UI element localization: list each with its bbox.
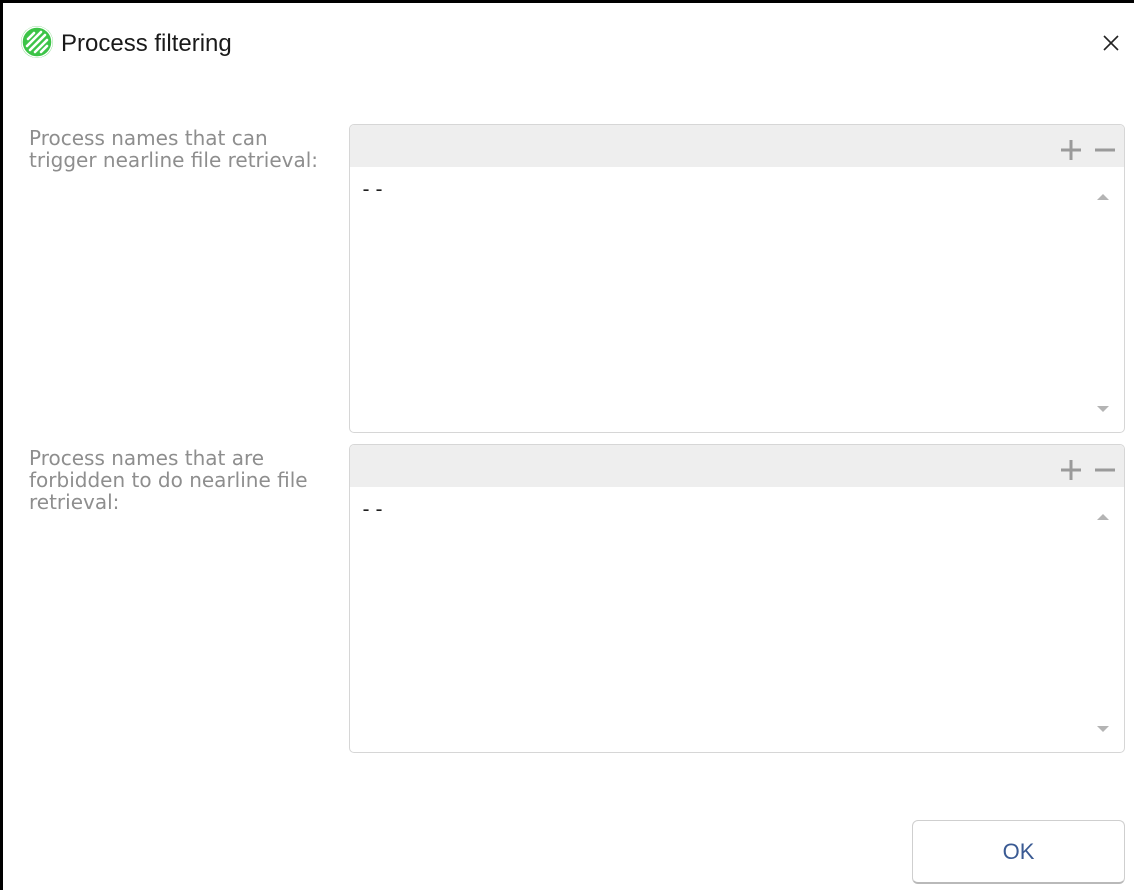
close-icon: [1103, 35, 1119, 51]
process-filtering-dialog: Process filtering Process names that can…: [0, 0, 1134, 890]
dialog-title: Process filtering: [61, 30, 232, 57]
add-process-button[interactable]: [1056, 129, 1086, 163]
list-toolbar: [350, 125, 1124, 167]
forbidden-processes-label: Process names that are forbidden to do n…: [29, 446, 308, 514]
list-item[interactable]: --: [360, 177, 386, 201]
list-body[interactable]: --: [350, 487, 1124, 752]
add-process-button[interactable]: [1056, 449, 1086, 483]
list-body[interactable]: --: [350, 167, 1124, 432]
remove-process-button[interactable]: [1090, 449, 1120, 483]
forbidden-processes-list: --: [349, 444, 1125, 753]
list-toolbar: [350, 445, 1124, 487]
remove-process-button[interactable]: [1090, 129, 1120, 163]
scroll-up-icon[interactable]: [1096, 192, 1110, 202]
scroll-up-icon[interactable]: [1096, 512, 1110, 522]
ok-button[interactable]: OK: [912, 820, 1125, 884]
title-bar: Process filtering: [3, 3, 1134, 85]
close-button[interactable]: [1093, 25, 1129, 61]
trigger-processes-label: Process names that can trigger nearline …: [29, 126, 319, 172]
scroll-down-icon[interactable]: [1096, 404, 1110, 414]
scroll-down-icon[interactable]: [1096, 724, 1110, 734]
plus-icon: [1061, 140, 1081, 160]
trigger-processes-list: --: [349, 124, 1125, 433]
list-item[interactable]: --: [360, 497, 386, 521]
plus-icon: [1061, 460, 1081, 480]
app-logo-icon: [20, 25, 54, 59]
minus-icon: [1095, 148, 1115, 152]
minus-icon: [1095, 468, 1115, 472]
